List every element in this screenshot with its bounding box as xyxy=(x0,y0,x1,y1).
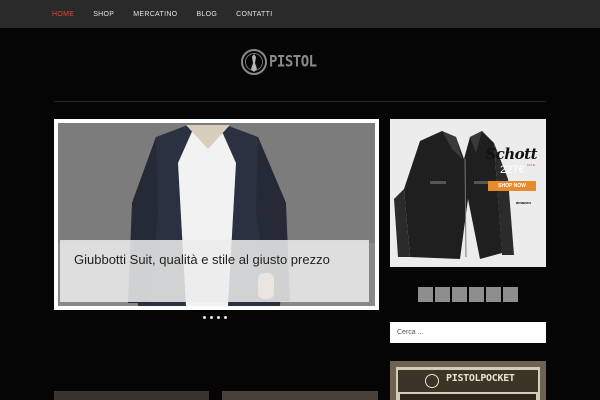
slide-caption[interactable]: Giubbotti Suit, qualità e stile al giust… xyxy=(60,240,369,302)
slider-dot[interactable] xyxy=(203,316,206,319)
top-navigation-bar: HOME SHOP MERCATINO BLOG CONTATTI xyxy=(0,0,600,28)
search-input[interactable] xyxy=(390,322,546,343)
nav-item-home[interactable]: HOME xyxy=(52,11,74,18)
logo-text: PISTOL xyxy=(269,52,317,72)
nav-item-blog[interactable]: BLOG xyxy=(196,11,217,18)
slider-pagination xyxy=(203,316,231,319)
slide-title[interactable]: Giubbotti Suit, qualità e stile al giust… xyxy=(74,251,355,268)
promo-sub-band xyxy=(400,394,536,400)
nav-item-shop[interactable]: SHOP xyxy=(93,11,114,18)
site-logo[interactable]: PISTOL xyxy=(240,48,317,76)
pistol-logo-icon xyxy=(241,49,267,75)
slider-dot[interactable] xyxy=(210,316,213,319)
gallery-thumbnail[interactable] xyxy=(452,287,467,302)
leather-jacket-image xyxy=(390,119,546,267)
gallery-thumbnail[interactable] xyxy=(469,287,484,302)
pistol-pocket-logo-icon xyxy=(425,374,439,388)
header-divider xyxy=(54,101,546,102)
gallery-thumbnail[interactable] xyxy=(486,287,501,302)
ad-brand-sub: N.Y.C. xyxy=(527,163,536,167)
ad-price: 227€ xyxy=(500,164,525,176)
nav-item-contatti[interactable]: CONTATTI xyxy=(236,11,272,18)
promo-text: PISTOLPOCKET xyxy=(446,373,515,384)
gallery-thumbnail[interactable] xyxy=(435,287,450,302)
gallery-thumbnail[interactable] xyxy=(418,287,433,302)
slider-dot[interactable] xyxy=(224,316,227,319)
featured-slider[interactable]: Giubbotti Suit, qualità e stile al giust… xyxy=(54,119,379,310)
post-thumbnail[interactable] xyxy=(222,391,378,400)
nav-item-mercatino[interactable]: MERCATINO xyxy=(133,11,177,18)
post-thumbnail[interactable] xyxy=(54,391,209,400)
schott-jacket-ad[interactable]: Schott N.Y.C. xyxy=(390,119,546,267)
gallery-thumbnails xyxy=(418,287,520,302)
ad-amazon-label: amazon xyxy=(516,200,531,205)
ad-brand: Schott xyxy=(485,145,537,163)
main-menu: HOME SHOP MERCATINO BLOG CONTATTI xyxy=(52,0,291,28)
gallery-thumbnail[interactable] xyxy=(503,287,518,302)
ad-shop-now-button[interactable]: SHOP NOW xyxy=(488,181,536,191)
slider-dot[interactable] xyxy=(217,316,220,319)
